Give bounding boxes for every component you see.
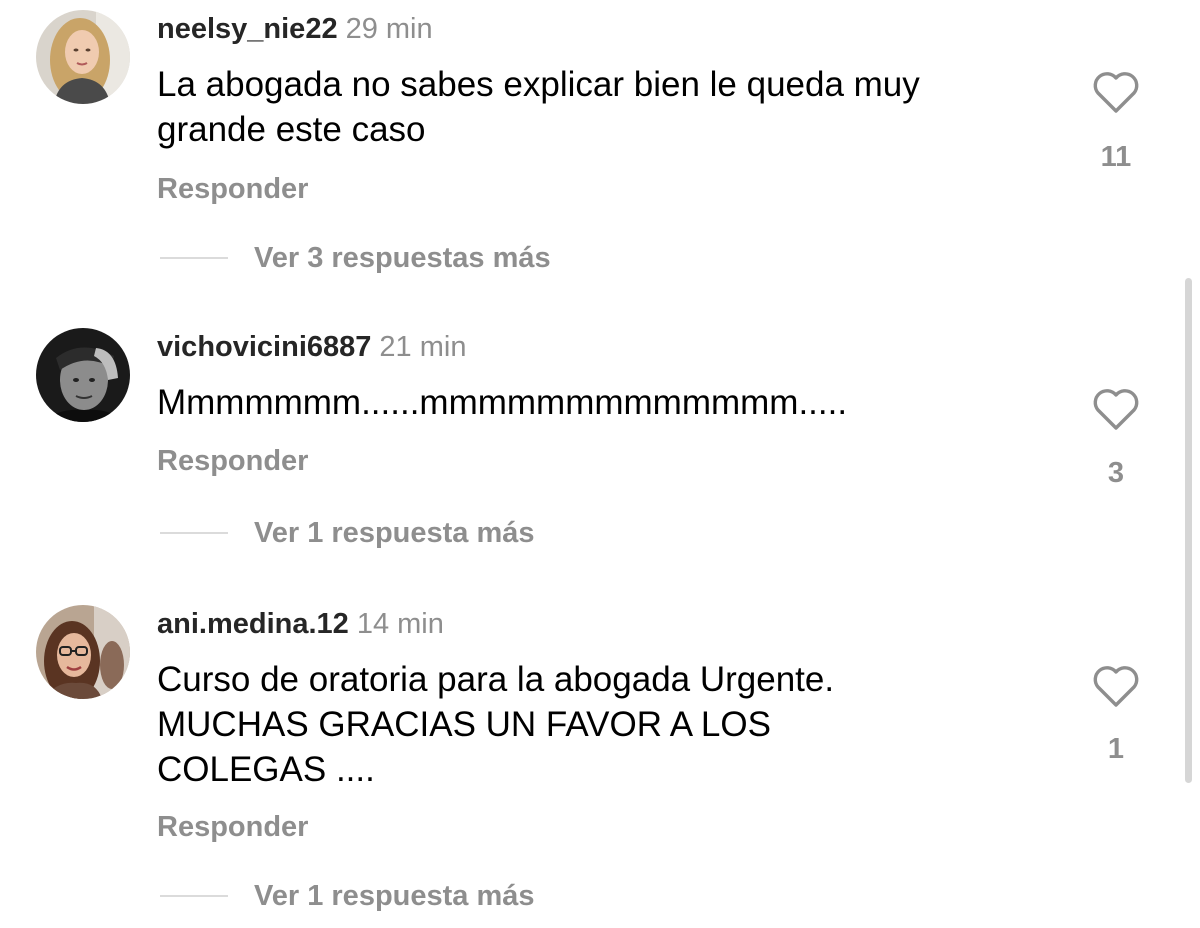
- comment-text: La abogada no sabes explicar bien le que…: [157, 62, 1057, 152]
- comment-text-line: MUCHAS GRACIAS UN FAVOR A LOS: [157, 705, 771, 744]
- like-count: 3: [1107, 457, 1125, 489]
- comment-text-line: grande este caso: [157, 110, 426, 149]
- avatar[interactable]: [36, 328, 130, 422]
- avatar[interactable]: [36, 605, 130, 699]
- replies-divider: [160, 895, 228, 897]
- comment-text-line: La abogada no sabes explicar bien le que…: [157, 65, 920, 104]
- reply-button[interactable]: Responder: [157, 809, 308, 845]
- comment-header: neelsy_nie22 29 min: [157, 11, 433, 47]
- comment-text-line: Mmmmmmm......mmmmmmmmmmmmm.....: [157, 383, 848, 422]
- reply-button[interactable]: Responder: [157, 443, 308, 479]
- avatar[interactable]: [36, 10, 130, 104]
- replies-divider: [160, 257, 228, 259]
- view-more-replies-button[interactable]: Ver 1 respuesta más: [160, 878, 535, 914]
- comment-text: Curso de oratoria para la abogada Urgent…: [157, 657, 1057, 792]
- view-more-replies-label: Ver 1 respuesta más: [254, 516, 535, 549]
- heart-outline-icon[interactable]: [1092, 70, 1140, 114]
- comment-text-line: COLEGAS ....: [157, 750, 375, 789]
- heart-outline-icon[interactable]: [1092, 664, 1140, 708]
- username[interactable]: ani.medina.12: [157, 608, 349, 640]
- comment-header: ani.medina.12 14 min: [157, 606, 444, 642]
- comment-header: vichovicini6887 21 min: [157, 329, 466, 365]
- replies-divider: [160, 532, 228, 534]
- profile-photo-blonde-woman-icon: [36, 10, 130, 104]
- timestamp: 29 min: [345, 13, 433, 45]
- profile-photo-man-grayscale-icon: [36, 328, 130, 422]
- timestamp: 21 min: [379, 331, 467, 363]
- view-more-replies-label: Ver 3 respuestas más: [254, 241, 551, 274]
- username[interactable]: vichovicini6887: [157, 331, 371, 363]
- view-more-replies-label: Ver 1 respuesta más: [254, 879, 535, 912]
- like-count: 11: [1100, 141, 1132, 173]
- view-more-replies-button[interactable]: Ver 1 respuesta más: [160, 515, 535, 551]
- view-more-replies-button[interactable]: Ver 3 respuestas más: [160, 240, 551, 276]
- heart-outline-icon[interactable]: [1092, 387, 1140, 431]
- username[interactable]: neelsy_nie22: [157, 13, 338, 45]
- profile-photo-woman-glasses-icon: [36, 605, 130, 699]
- comment-text: Mmmmmmm......mmmmmmmmmmmmm.....: [157, 380, 1057, 425]
- like-count: 1: [1107, 733, 1125, 765]
- comment-text-line: Curso de oratoria para la abogada Urgent…: [157, 660, 835, 699]
- scrollbar[interactable]: [1185, 278, 1192, 783]
- reply-button[interactable]: Responder: [157, 171, 308, 207]
- timestamp: 14 min: [356, 608, 444, 640]
